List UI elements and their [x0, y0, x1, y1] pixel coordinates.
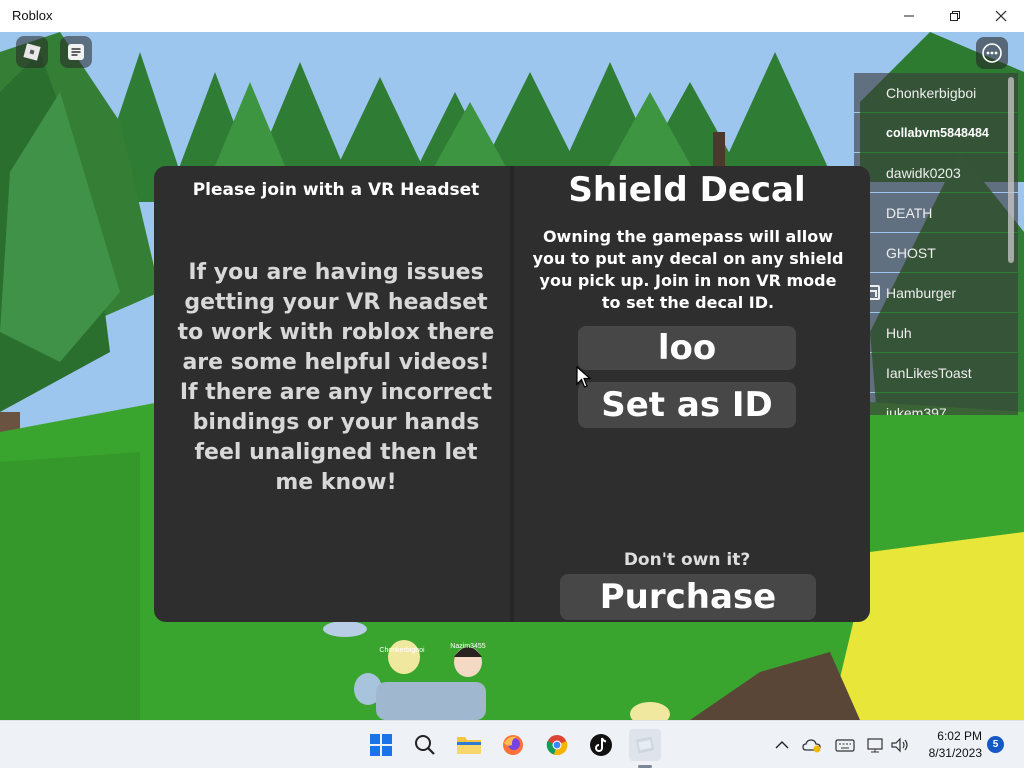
overhead-name-2: Nazim3455 [450, 643, 486, 650]
windows-start-icon[interactable] [365, 729, 397, 761]
window-title-bar: Roblox [0, 0, 1024, 32]
minimize-icon [904, 15, 914, 17]
clock-time[interactable]: 6:02 PM [918, 729, 982, 743]
player-row[interactable]: IanLikesToast [854, 353, 1018, 392]
roblox-logo-icon [23, 43, 41, 61]
shield-decal-dialog: Please join with a VR Headset If you are… [154, 166, 870, 622]
vr-help-text: If you are having issues getting your VR… [177, 260, 495, 495]
set-as-id-button[interactable]: Set as ID [578, 382, 796, 428]
player-list[interactable]: Chonkerbigboi collabvm5848484 dawidk0203… [854, 73, 1018, 415]
file-explorer-icon[interactable] [453, 729, 485, 761]
tiktok-icon[interactable] [585, 729, 617, 761]
onedrive-icon[interactable] [802, 735, 822, 755]
close-icon [995, 10, 1007, 22]
restore-button[interactable] [932, 0, 978, 32]
player-row[interactable]: Huh [854, 313, 1018, 352]
player-row[interactable]: jukem397 [854, 393, 1018, 415]
more-options-button[interactable] [976, 37, 1008, 69]
search-icon[interactable] [409, 729, 441, 761]
keyboard-icon[interactable] [835, 735, 855, 755]
mouse-cursor-icon [576, 366, 592, 388]
chat-icon [68, 44, 84, 60]
player-row[interactable]: DEATH [854, 193, 1018, 232]
player-row-self[interactable]: collabvm5848484 [854, 113, 1018, 152]
restore-icon [950, 11, 960, 21]
game-viewport[interactable]: Chonkerbigboi Nazim3455 Chonkerbigboi co… [0, 32, 1024, 720]
firefox-icon[interactable] [497, 729, 529, 761]
chevron-up-icon[interactable] [772, 735, 792, 755]
more-icon [982, 43, 1002, 63]
dont-own-label: Don't own it? [623, 550, 751, 570]
player-row[interactable]: Chonkerbigboi [854, 73, 1018, 112]
taskbar: 6:02 PM 8/31/2023 5 [0, 720, 1024, 768]
player-list-scrollbar[interactable] [1008, 77, 1014, 263]
clock-date[interactable]: 8/31/2023 [918, 746, 982, 760]
player-row[interactable]: GHOST [854, 233, 1018, 272]
window-title: Roblox [12, 8, 53, 23]
minimize-button[interactable] [886, 0, 932, 32]
gamepass-description: Owning the gamepass will allow you to pu… [532, 227, 844, 312]
roblox-menu-button[interactable] [16, 36, 48, 68]
chrome-icon[interactable] [541, 729, 573, 761]
chat-button[interactable] [60, 36, 92, 68]
player-row[interactable]: dawidk0203 [854, 153, 1018, 192]
shield-decal-title: Shield Decal [568, 170, 806, 210]
vr-headset-title: Please join with a VR Headset [192, 180, 480, 200]
notification-badge[interactable]: 5 [987, 736, 1004, 753]
purchase-button[interactable]: Purchase [560, 574, 816, 620]
decal-id-input[interactable]: loo [578, 326, 796, 370]
network-icon[interactable] [866, 735, 886, 755]
close-button[interactable] [978, 0, 1024, 32]
player-row[interactable]: Hamburger [854, 273, 1018, 312]
roblox-icon[interactable] [629, 729, 661, 761]
overhead-name-1: Chonkerbigboi [379, 647, 425, 654]
volume-icon[interactable] [890, 735, 910, 755]
